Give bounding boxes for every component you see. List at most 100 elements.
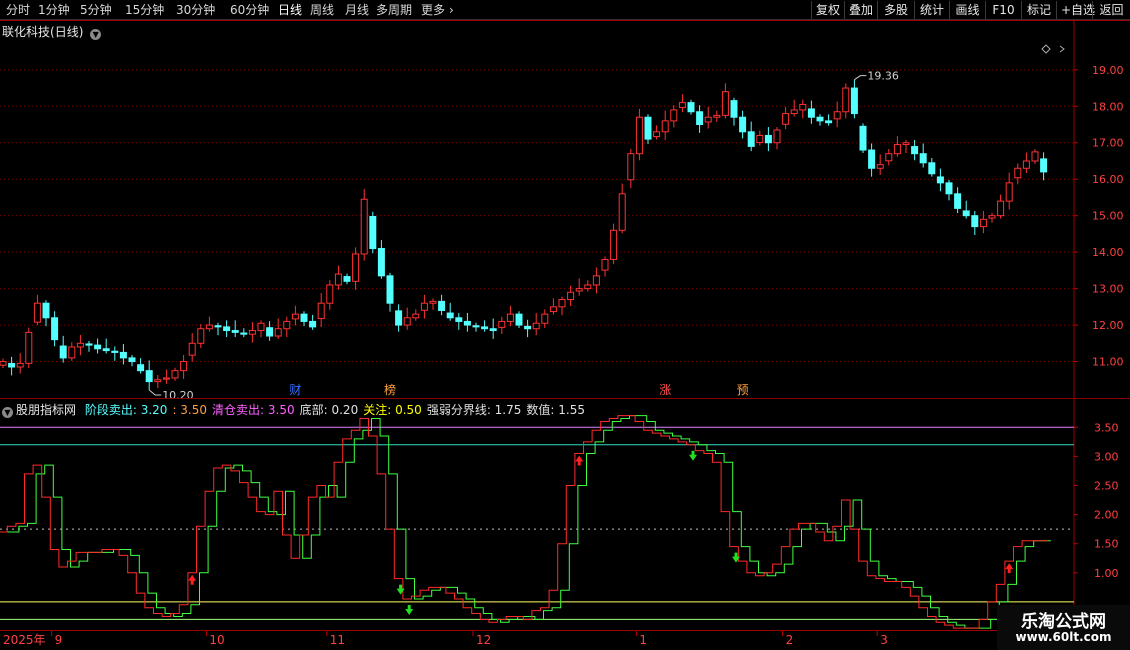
candle	[756, 130, 764, 146]
indicator-item-value: 0.20	[327, 403, 359, 417]
candle	[807, 100, 815, 124]
chevron-down-icon[interactable]: ▼	[90, 29, 102, 40]
candle	[971, 210, 979, 236]
candle	[954, 187, 962, 214]
candle	[291, 305, 299, 326]
sell-arrow-icon	[405, 604, 414, 615]
candle	[799, 99, 807, 119]
price-tick-label: 13.00	[1092, 283, 1124, 296]
toolbar-button-0[interactable]: 复权	[811, 1, 844, 19]
indicator-name[interactable]: 股朋指标网	[16, 403, 76, 417]
indicator-item-1: : 3.50	[172, 403, 207, 417]
candle	[274, 318, 282, 339]
indicator-title: ▼ 股朋指标网 阶段卖出: 3.20: 3.50 清仓卖出: 3.50 底部: 0.2…	[2, 401, 585, 418]
buy-arrow-icon	[1005, 563, 1014, 574]
candle	[842, 83, 850, 119]
candle	[377, 240, 385, 279]
buy-arrow-icon	[575, 455, 584, 466]
period-5[interactable]: 60分钟	[230, 2, 269, 18]
month-label: 1	[639, 633, 647, 647]
period-7[interactable]: 周线	[310, 2, 334, 18]
low-pointer	[148, 389, 162, 396]
candle	[868, 143, 876, 177]
period-6[interactable]: 日线	[278, 2, 302, 18]
candle	[59, 335, 67, 363]
candle	[790, 99, 798, 117]
indicator-item-6: 数值: 1.55	[526, 403, 585, 417]
indicator-item-3: 底部: 0.20	[300, 403, 359, 417]
indicator-tick-label: 2.00	[1094, 509, 1119, 522]
price-panel: 19.00 18.00 17.00 16.00 15.00 14.00 13.00 12.00…	[0, 20, 1130, 402]
candle	[713, 110, 721, 122]
candle	[524, 319, 532, 338]
candle	[162, 369, 170, 384]
period-1[interactable]: 1分钟	[38, 2, 70, 18]
period-9[interactable]: 多周期	[376, 2, 412, 18]
candle	[197, 323, 205, 349]
candle	[145, 360, 153, 390]
period-3[interactable]: 15分钟	[125, 2, 164, 18]
candle	[94, 338, 102, 354]
toolbar-button-3[interactable]: 统计	[914, 1, 949, 19]
candle	[257, 320, 265, 338]
candle	[438, 294, 446, 316]
period-4[interactable]: 30分钟	[176, 2, 215, 18]
candle	[0, 358, 7, 369]
candle	[936, 168, 944, 192]
candle	[360, 189, 368, 261]
candle	[1022, 152, 1030, 174]
candle	[696, 105, 704, 133]
toolbar-button-2[interactable]: 多股	[877, 1, 914, 19]
high-label: 19.36	[867, 70, 899, 83]
candlestick-chart[interactable]: 19.00 18.00 17.00 16.00 15.00 14.00 13.00 12.00…	[0, 20, 1130, 402]
candle	[223, 320, 231, 338]
candle	[102, 338, 110, 354]
indicator-chart[interactable]: 3.50 3.00 2.50 2.00 1.50 1.00	[0, 399, 1130, 631]
watermark-title: 乐淘公式网	[1021, 612, 1106, 632]
indicator-item-0: 阶段卖出: 3.20	[85, 403, 168, 417]
chevron-right-icon[interactable]	[1059, 45, 1065, 53]
candle	[618, 183, 626, 234]
candle	[644, 114, 652, 144]
indicator-tick-label: 1.00	[1094, 567, 1119, 580]
toolbar-button-6[interactable]: 标记	[1021, 1, 1056, 19]
month-label: 11	[330, 633, 345, 647]
candle	[515, 311, 523, 328]
period-0[interactable]: 分时	[6, 2, 30, 18]
event-marker[interactable]: 榜	[384, 382, 396, 397]
toolbar-button-7[interactable]: +自选	[1056, 1, 1095, 19]
event-marker[interactable]: 涨	[659, 382, 671, 397]
toolbar-button-5[interactable]: F10	[985, 1, 1021, 19]
candle	[68, 342, 76, 361]
period-10[interactable]: 更多	[421, 2, 445, 18]
low-label: 10.20	[162, 389, 194, 398]
watermark: 乐淘公式网 www.60lt.com	[997, 605, 1130, 650]
period-8[interactable]: 月线	[345, 2, 369, 18]
candle	[188, 333, 196, 362]
candle	[137, 358, 145, 374]
event-marker[interactable]: 预	[737, 383, 749, 397]
candle	[962, 200, 970, 219]
event-marker[interactable]: 财	[289, 383, 301, 397]
toolbar-button-4[interactable]: 画线	[949, 1, 985, 19]
watermark-url: www.60lt.com	[1015, 630, 1112, 644]
candle	[481, 320, 489, 332]
candle	[403, 307, 411, 330]
indicator-item-label: 强弱分界线:	[426, 403, 491, 417]
chevron-right-icon[interactable]: ›	[449, 2, 454, 18]
indicator-item-value: 0.50	[391, 403, 422, 417]
toolbar-button-1[interactable]: 叠加	[844, 1, 877, 19]
toolbar-button-8[interactable]: 返回	[1092, 1, 1130, 19]
diamond-icon[interactable]	[1041, 44, 1051, 54]
period-2[interactable]: 5分钟	[80, 2, 112, 18]
candle	[420, 294, 428, 319]
candle	[635, 108, 643, 161]
candle	[739, 110, 747, 139]
time-axis-svg: 2025年 9 10 11 12 1 2 3	[0, 630, 1130, 647]
indicator-tick-label: 1.50	[1094, 538, 1119, 551]
candle	[472, 322, 480, 332]
price-tick-label: 12.00	[1092, 319, 1124, 332]
candle	[575, 278, 583, 296]
candle	[584, 280, 592, 292]
chevron-down-icon[interactable]: ▼	[2, 407, 13, 418]
